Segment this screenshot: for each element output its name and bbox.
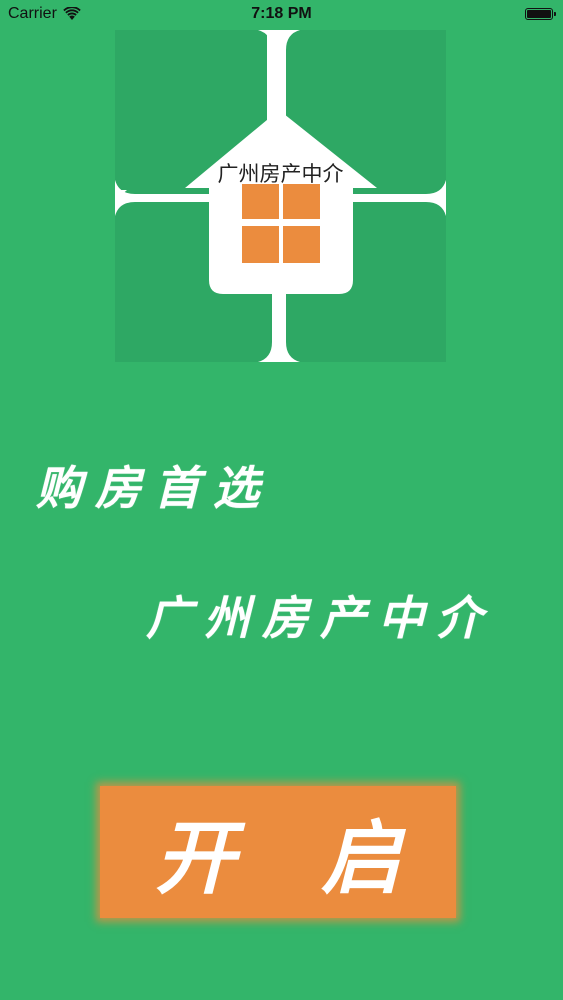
status-right [525, 8, 556, 20]
app-logo: 广州房产中介 [115, 30, 446, 362]
status-time: 7:18 PM [251, 5, 312, 22]
slogan-line-2: 广州房产中介 [146, 591, 494, 645]
slogan-line-1: 购房首选 [36, 461, 272, 515]
status-bar: Carrier 7:18 PM [0, 0, 563, 30]
start-button-label: 开启 [155, 811, 487, 905]
logo-text: 广州房产中介 [217, 162, 344, 186]
house-icon [115, 30, 446, 362]
battery-icon [525, 8, 556, 20]
battery-fill [527, 10, 551, 18]
start-button[interactable]: 开启 [100, 786, 456, 918]
